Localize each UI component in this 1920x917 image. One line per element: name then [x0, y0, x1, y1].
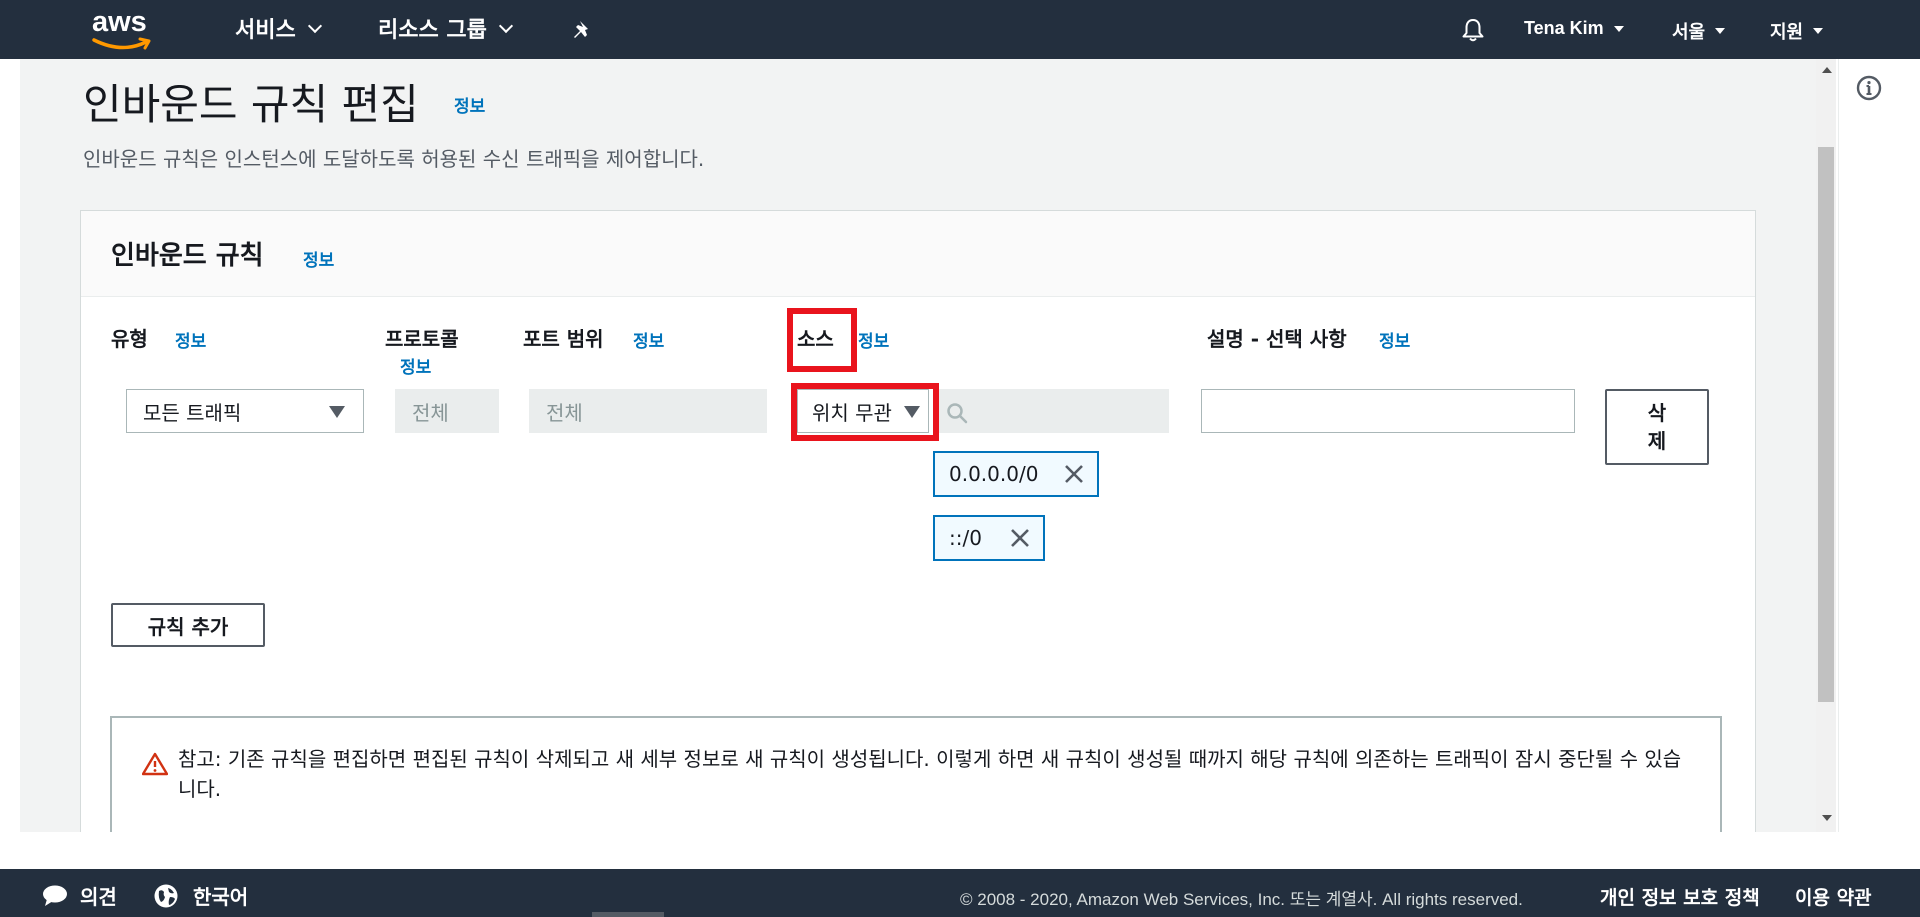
scrollbar-thumb[interactable] [1818, 147, 1834, 702]
caret-down-icon [1813, 28, 1824, 34]
page-bottom-gap [0, 832, 1920, 869]
region-menu[interactable]: 서울 [1672, 18, 1726, 44]
resource-groups-menu[interactable]: 리소스 그룹 [378, 12, 513, 44]
feedback-link[interactable]: 의견 [42, 881, 117, 910]
copyright-text: © 2008 - 2020, Amazon Web Services, Inc.… [960, 890, 1523, 909]
globe-icon [154, 884, 178, 907]
left-margin [0, 59, 20, 832]
resource-groups-label: 리소스 그룹 [378, 18, 487, 43]
page-description: 인바운드 규칙은 인스턴스에 도달하도록 허용된 수신 트래픽을 제어합니다. [83, 147, 705, 171]
type-select-value: 모든 트래픽 [143, 400, 242, 425]
close-icon[interactable] [1063, 463, 1085, 485]
services-label: 서비스 [235, 18, 296, 43]
source-token: ::/0 [933, 515, 1045, 561]
port-range-input: 전체 [529, 389, 767, 433]
region-label: 서울 [1672, 22, 1706, 42]
caret-down-icon [329, 406, 345, 418]
aws-logo[interactable]: aws [92, 6, 156, 50]
chevron-down-icon [307, 18, 322, 34]
footer-tab-indicator [592, 912, 664, 917]
description-info-link[interactable]: 정보 [1379, 327, 1410, 352]
source-token-value: ::/0 [949, 526, 982, 550]
pin-icon[interactable] [572, 19, 594, 41]
delete-rule-label: 삭제 [1647, 401, 1667, 453]
speech-bubble-icon [43, 885, 67, 906]
caret-down-icon [1613, 25, 1624, 32]
services-menu[interactable]: 서비스 [235, 12, 322, 44]
scroll-down-arrow-icon[interactable] [1822, 815, 1832, 821]
source-select-value: 위치 무관 [812, 400, 892, 425]
bell-icon[interactable] [1460, 17, 1486, 43]
feedback-label: 의견 [80, 885, 117, 909]
type-info-link[interactable]: 정보 [175, 327, 206, 352]
main-content: 인바운드 규칙 편집 정보 인바운드 규칙은 인스턴스에 도달하도록 허용된 수… [20, 59, 1836, 832]
search-icon [947, 403, 968, 424]
source-token-value: 0.0.0.0/0 [949, 462, 1039, 486]
terms-link[interactable]: 이용 약관 [1795, 883, 1872, 910]
protocol-info-link[interactable]: 정보 [400, 353, 431, 378]
user-menu[interactable]: Tena Kim [1524, 18, 1624, 39]
port-range-info-link[interactable]: 정보 [633, 327, 664, 352]
page-title: 인바운드 규칙 편집 [83, 80, 419, 129]
alert-text: 참고: 기존 규칙을 편집하면 편집된 규칙이 삭제되고 새 세부 정보로 새 … [178, 747, 1682, 801]
description-input[interactable] [1201, 389, 1575, 433]
footer: 의견 한국어 © 2008 - 2020, Amazon Web Service… [0, 869, 1920, 917]
caret-down-icon [904, 406, 920, 418]
type-column-label: 유형 [111, 327, 148, 351]
card-title: 인바운드 규칙 [111, 241, 264, 271]
source-cidr-search-input[interactable] [933, 389, 1169, 433]
description-column-label: 설명 - 선택 사항 [1207, 327, 1347, 351]
caret-down-icon [1715, 28, 1726, 34]
close-icon[interactable] [1009, 527, 1031, 549]
top-navigation-bar: aws 서비스 리소스 그룹 Tena Kim 서울 지원 [0, 0, 1920, 59]
card-title-info-link[interactable]: 정보 [303, 246, 334, 271]
add-rule-button[interactable]: 규칙 추가 [111, 603, 265, 647]
source-info-link[interactable]: 정보 [858, 327, 889, 352]
port-range-column-label: 포트 범위 [523, 327, 604, 351]
protocol-column-label: 프로토콜 [385, 327, 459, 351]
chevron-down-icon [498, 18, 513, 34]
aws-smile-icon [92, 37, 151, 50]
aws-logo-text: aws [92, 6, 147, 38]
info-circle-icon[interactable] [1856, 75, 1882, 101]
edit-warning-alert: 참고: 기존 규칙을 편집하면 편집된 규칙이 삭제되고 새 세부 정보로 새 … [110, 716, 1722, 832]
source-token: 0.0.0.0/0 [933, 451, 1099, 497]
type-select[interactable]: 모든 트래픽 [126, 389, 364, 433]
support-menu[interactable]: 지원 [1770, 18, 1824, 44]
language-selector[interactable]: 한국어 [153, 881, 248, 910]
user-label: Tena Kim [1524, 18, 1604, 38]
delete-rule-button[interactable]: 삭제 [1605, 389, 1709, 465]
card-header: 인바운드 규칙 정보 [81, 211, 1755, 297]
protocol-input: 전체 [395, 389, 499, 433]
help-side-rail [1838, 59, 1920, 832]
scroll-up-arrow-icon[interactable] [1822, 67, 1832, 73]
page-title-info-link[interactable]: 정보 [454, 92, 485, 117]
privacy-policy-link[interactable]: 개인 정보 보호 정책 [1600, 883, 1760, 910]
source-select[interactable]: 위치 무관 [797, 389, 929, 433]
source-column-label: 소스 [797, 327, 834, 351]
warning-icon [142, 752, 168, 776]
support-label: 지원 [1770, 22, 1804, 42]
language-label: 한국어 [193, 885, 249, 909]
